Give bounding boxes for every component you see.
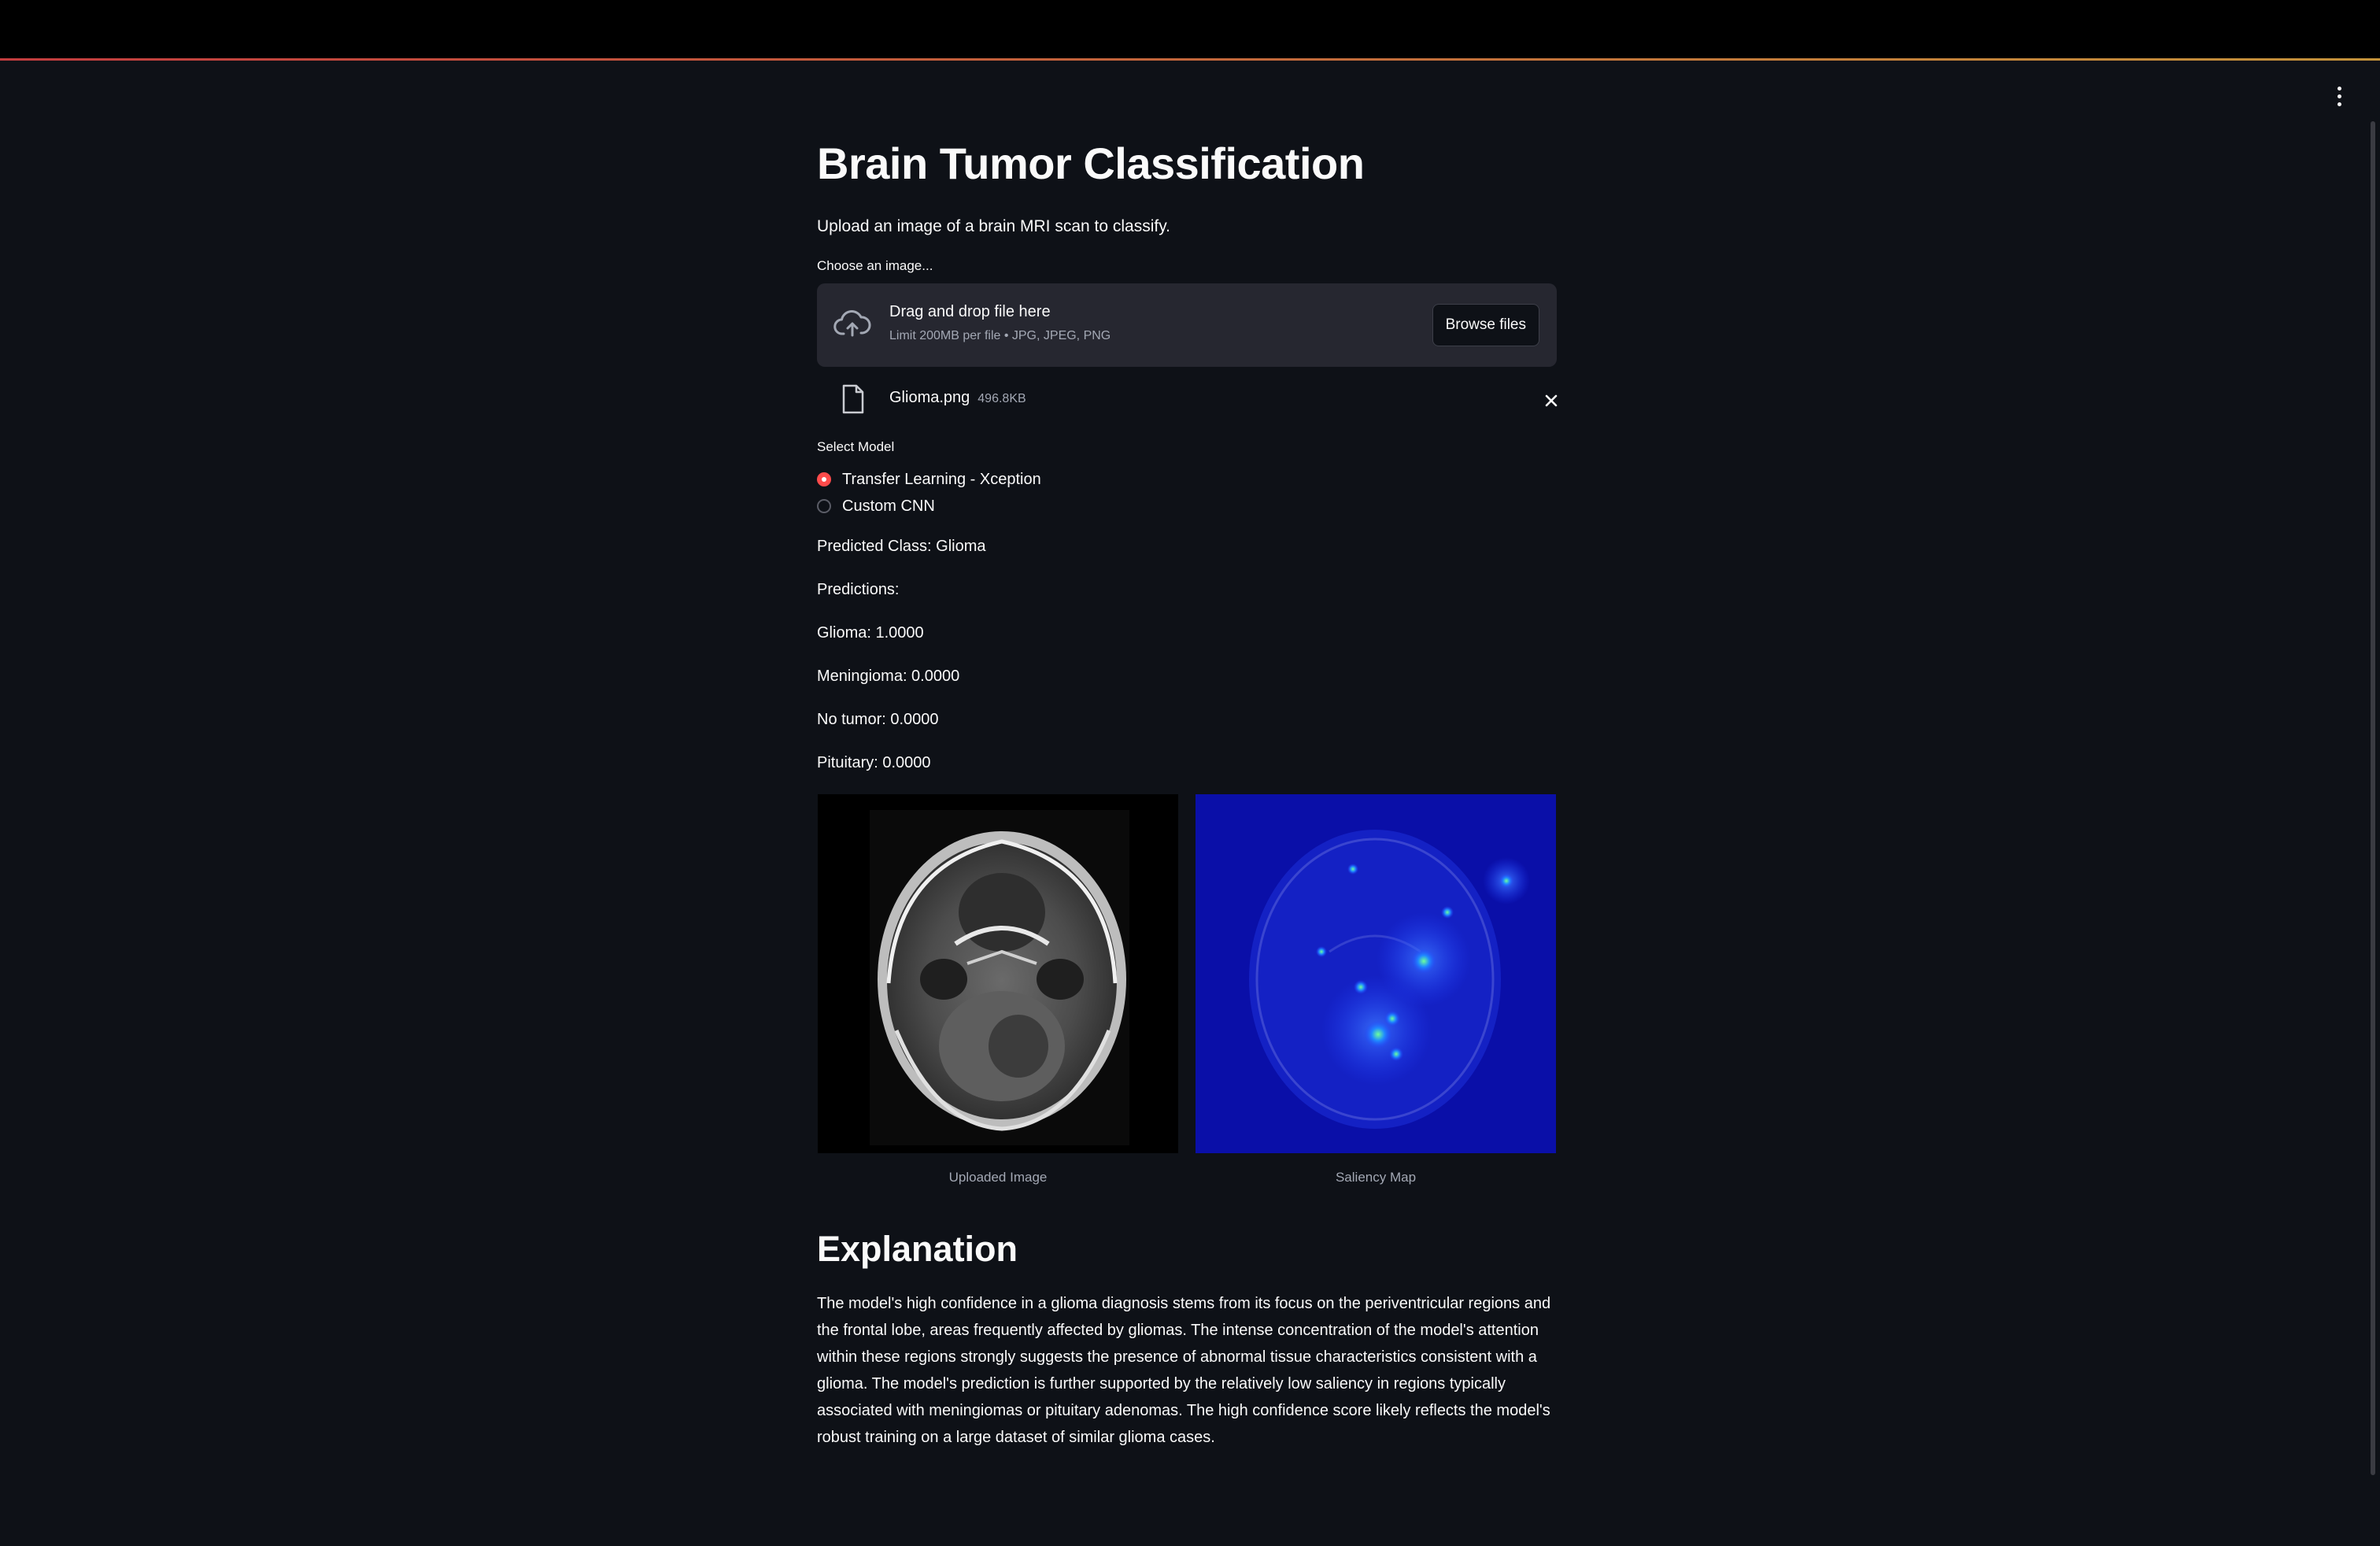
explanation-text: The model's high confidence in a glioma … — [817, 1295, 1551, 1446]
main-menu-button[interactable] — [2330, 80, 2349, 112]
radio-option-label: Custom CNN — [842, 497, 935, 515]
predicted-class-text: Predicted Class: Glioma — [817, 538, 986, 555]
browse-files-button[interactable]: Browse files — [1432, 304, 1539, 346]
page-scrollbar[interactable] — [2371, 121, 2375, 1475]
uploaded-mri-image — [818, 794, 1178, 1153]
app-header — [0, 0, 2380, 58]
header-decoration-bar — [0, 58, 2380, 61]
uploaded-image-column: Uploaded Image — [818, 794, 1178, 1185]
prediction-meningioma: Meningioma: 0.0000 — [817, 668, 960, 685]
main-content: Brain Tumor Classification Upload an ima… — [817, 126, 1560, 1451]
explanation-heading: Explanation — [817, 1229, 1018, 1269]
page-title: Brain Tumor Classification — [817, 139, 1365, 188]
dropzone-instructions: Drag and drop file here Limit 200MB per … — [889, 301, 1111, 345]
page-subtitle: Upload an image of a brain MRI scan to c… — [817, 217, 1170, 235]
radio-option-xception[interactable]: Transfer Learning - Xception — [817, 466, 1557, 493]
saliency-map-image — [1196, 794, 1556, 1153]
saliency-map-column: Saliency Map — [1196, 794, 1556, 1185]
uploaded-file-size: 496.8KB — [978, 392, 1026, 405]
cloud-upload-icon — [833, 310, 871, 337]
file-icon — [842, 384, 864, 414]
prediction-glioma: Glioma: 1.0000 — [817, 624, 924, 642]
uploader-label: Choose an image... — [817, 258, 933, 273]
model-radio-group: Transfer Learning - Xception Custom CNN — [817, 466, 1557, 520]
radio-checked-icon[interactable] — [817, 472, 831, 486]
file-dropzone[interactable]: Drag and drop file here Limit 200MB per … — [817, 283, 1557, 367]
uploaded-file-name: Glioma.png — [889, 389, 970, 406]
uploaded-file-row: Glioma.png 496.8KB — [817, 367, 1560, 430]
menu-dot-icon — [2337, 102, 2341, 106]
uploaded-file-info: Glioma.png 496.8KB — [889, 389, 1026, 407]
dropzone-limit: Limit 200MB per file • JPG, JPEG, PNG — [889, 329, 1111, 342]
radio-unchecked-icon[interactable] — [817, 499, 831, 513]
predictions-header: Predictions: — [817, 581, 900, 598]
saliency-map-caption: Saliency Map — [1335, 1170, 1417, 1185]
model-select-label: Select Model — [817, 439, 895, 454]
radio-option-custom-cnn[interactable]: Custom CNN — [817, 493, 1557, 520]
dropzone-title: Drag and drop file here — [889, 303, 1051, 320]
image-columns: Uploaded Image Saliency Map — [817, 794, 1557, 1196]
radio-option-label: Transfer Learning - Xception — [842, 470, 1041, 488]
prediction-no-tumor: No tumor: 0.0000 — [817, 711, 939, 728]
uploaded-image-caption: Uploaded Image — [948, 1170, 1048, 1185]
menu-dot-icon — [2337, 94, 2341, 98]
remove-file-close-icon[interactable] — [1543, 392, 1560, 409]
prediction-pituitary: Pituitary: 0.0000 — [817, 754, 931, 771]
menu-dot-icon — [2337, 86, 2341, 91]
